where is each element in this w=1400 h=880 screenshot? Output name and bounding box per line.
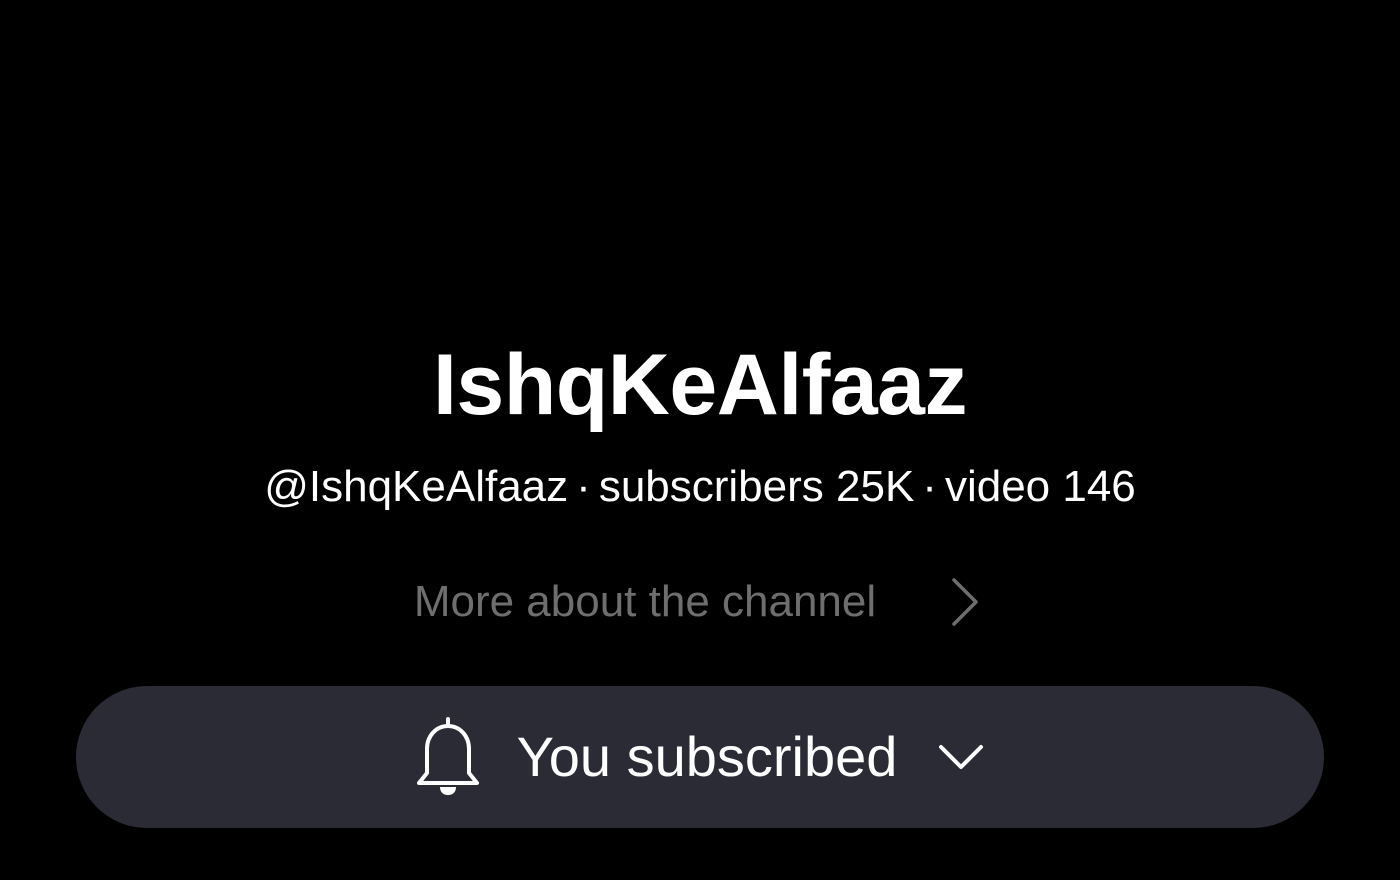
chevron-down-icon [937,741,985,773]
separator: · [922,462,937,511]
chevron-right-icon [946,574,986,630]
video-count: video 146 [944,462,1136,511]
subscriber-count: subscribers 25K [598,462,915,511]
subscribed-button[interactable]: You subscribed [76,686,1324,828]
more-about-channel-link[interactable]: More about the channel [0,570,1400,634]
channel-name: IshqKeAlfaaz [432,337,968,433]
channel-page: IshqKeAlfaaz @IshqKeAlfaaz · subscribers 2… [0,0,1400,880]
more-about-channel-label: More about the channel [413,577,877,626]
bell-icon [415,715,481,799]
separator: · [576,462,591,511]
channel-meta: @IshqKeAlfaaz · subscribers 25K · video 146 [0,458,1400,516]
channel-handle: @IshqKeAlfaaz [264,462,569,511]
subscribed-label: You subscribed [516,725,898,788]
